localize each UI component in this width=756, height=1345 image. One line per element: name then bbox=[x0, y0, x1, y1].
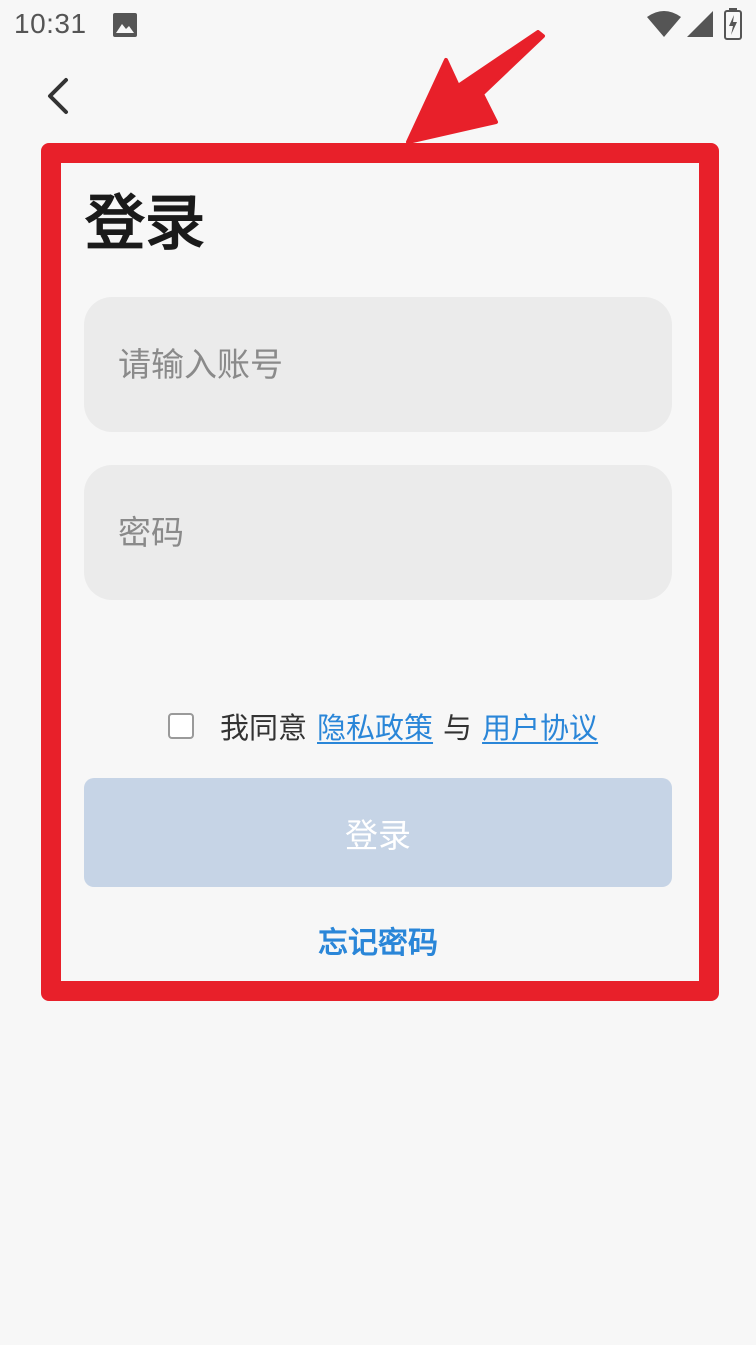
status-bar: 10:31 bbox=[0, 0, 756, 52]
account-input[interactable] bbox=[84, 297, 672, 432]
password-input[interactable] bbox=[84, 465, 672, 600]
chevron-left-icon bbox=[48, 78, 68, 114]
annotation-arrow bbox=[406, 30, 545, 144]
page-title: 登录 bbox=[85, 189, 205, 259]
terms-link[interactable]: 用户协议 bbox=[482, 705, 598, 747]
login-button-label: 登录 bbox=[345, 815, 411, 855]
agree-checkbox[interactable] bbox=[168, 713, 194, 739]
agreement-row: 我同意 隐私政策 与 用户协议 bbox=[168, 704, 598, 748]
forgot-password-link[interactable]: 忘记密码 bbox=[84, 918, 672, 962]
signal-icon bbox=[687, 11, 713, 37]
agreement-prefix: 我同意 bbox=[220, 711, 308, 745]
image-icon bbox=[113, 13, 137, 37]
privacy-policy-link[interactable]: 隐私政策 bbox=[317, 705, 433, 747]
wifi-icon bbox=[647, 11, 681, 37]
agreement-conjunction: 与 bbox=[443, 711, 473, 745]
battery-charging-icon bbox=[724, 8, 742, 40]
status-time: 10:31 bbox=[14, 8, 87, 39]
back-button[interactable] bbox=[36, 72, 84, 120]
login-button[interactable]: 登录 bbox=[84, 778, 672, 887]
